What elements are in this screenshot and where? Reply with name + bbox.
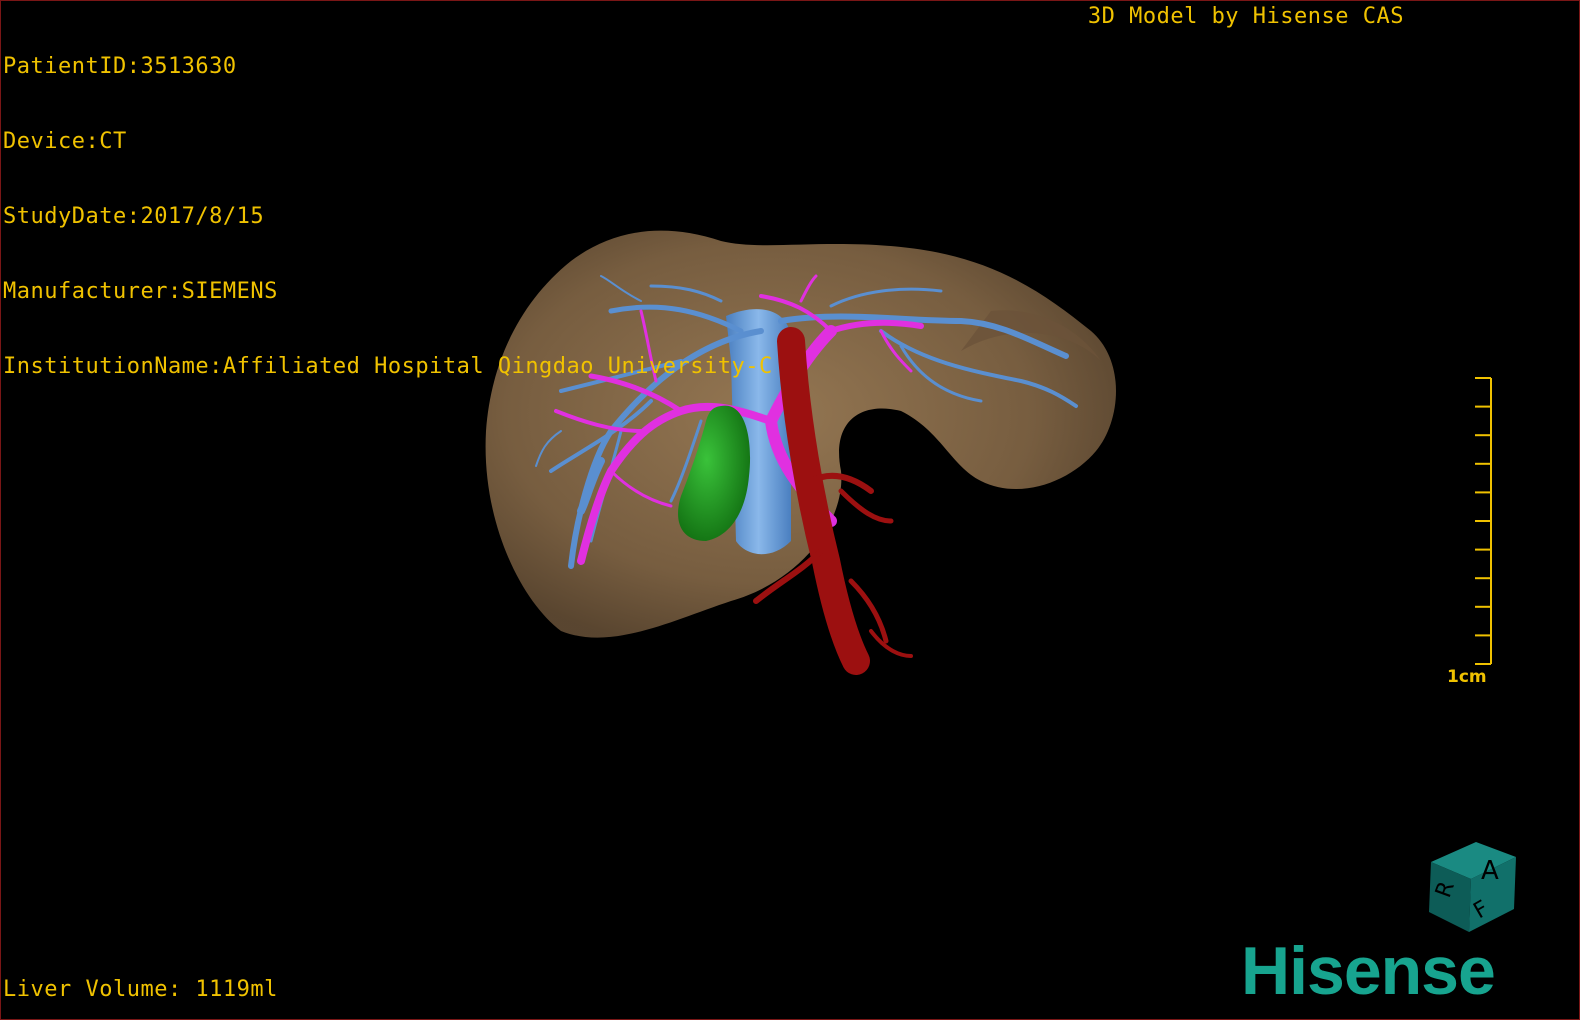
manufacturer: Manufacturer:SIEMENS bbox=[3, 279, 278, 304]
patient-id: PatientID:3513630 bbox=[3, 54, 237, 79]
orientation-cube[interactable]: A R F bbox=[1421, 837, 1521, 937]
3d-viewport[interactable]: PatientID:3513630 Device:CT StudyDate:20… bbox=[0, 0, 1580, 1020]
scale-bar bbox=[1475, 377, 1492, 665]
study-date: StudyDate:2017/8/15 bbox=[3, 204, 265, 229]
dicom-info: PatientID:3513630 Device:CT StudyDate:20… bbox=[3, 4, 773, 429]
scale-bar-label: 1cm bbox=[1447, 667, 1487, 687]
hisense-logo: Hisense bbox=[1241, 933, 1496, 1009]
cube-letter-a: A bbox=[1481, 856, 1499, 886]
institution-name: InstitutionName:Affiliated Hospital Qing… bbox=[3, 354, 773, 379]
device: Device:CT bbox=[3, 129, 127, 154]
liver-volume: Liver Volume: 1119ml bbox=[3, 977, 278, 1002]
model-title: 3D Model by Hisense CAS bbox=[1087, 4, 1404, 29]
